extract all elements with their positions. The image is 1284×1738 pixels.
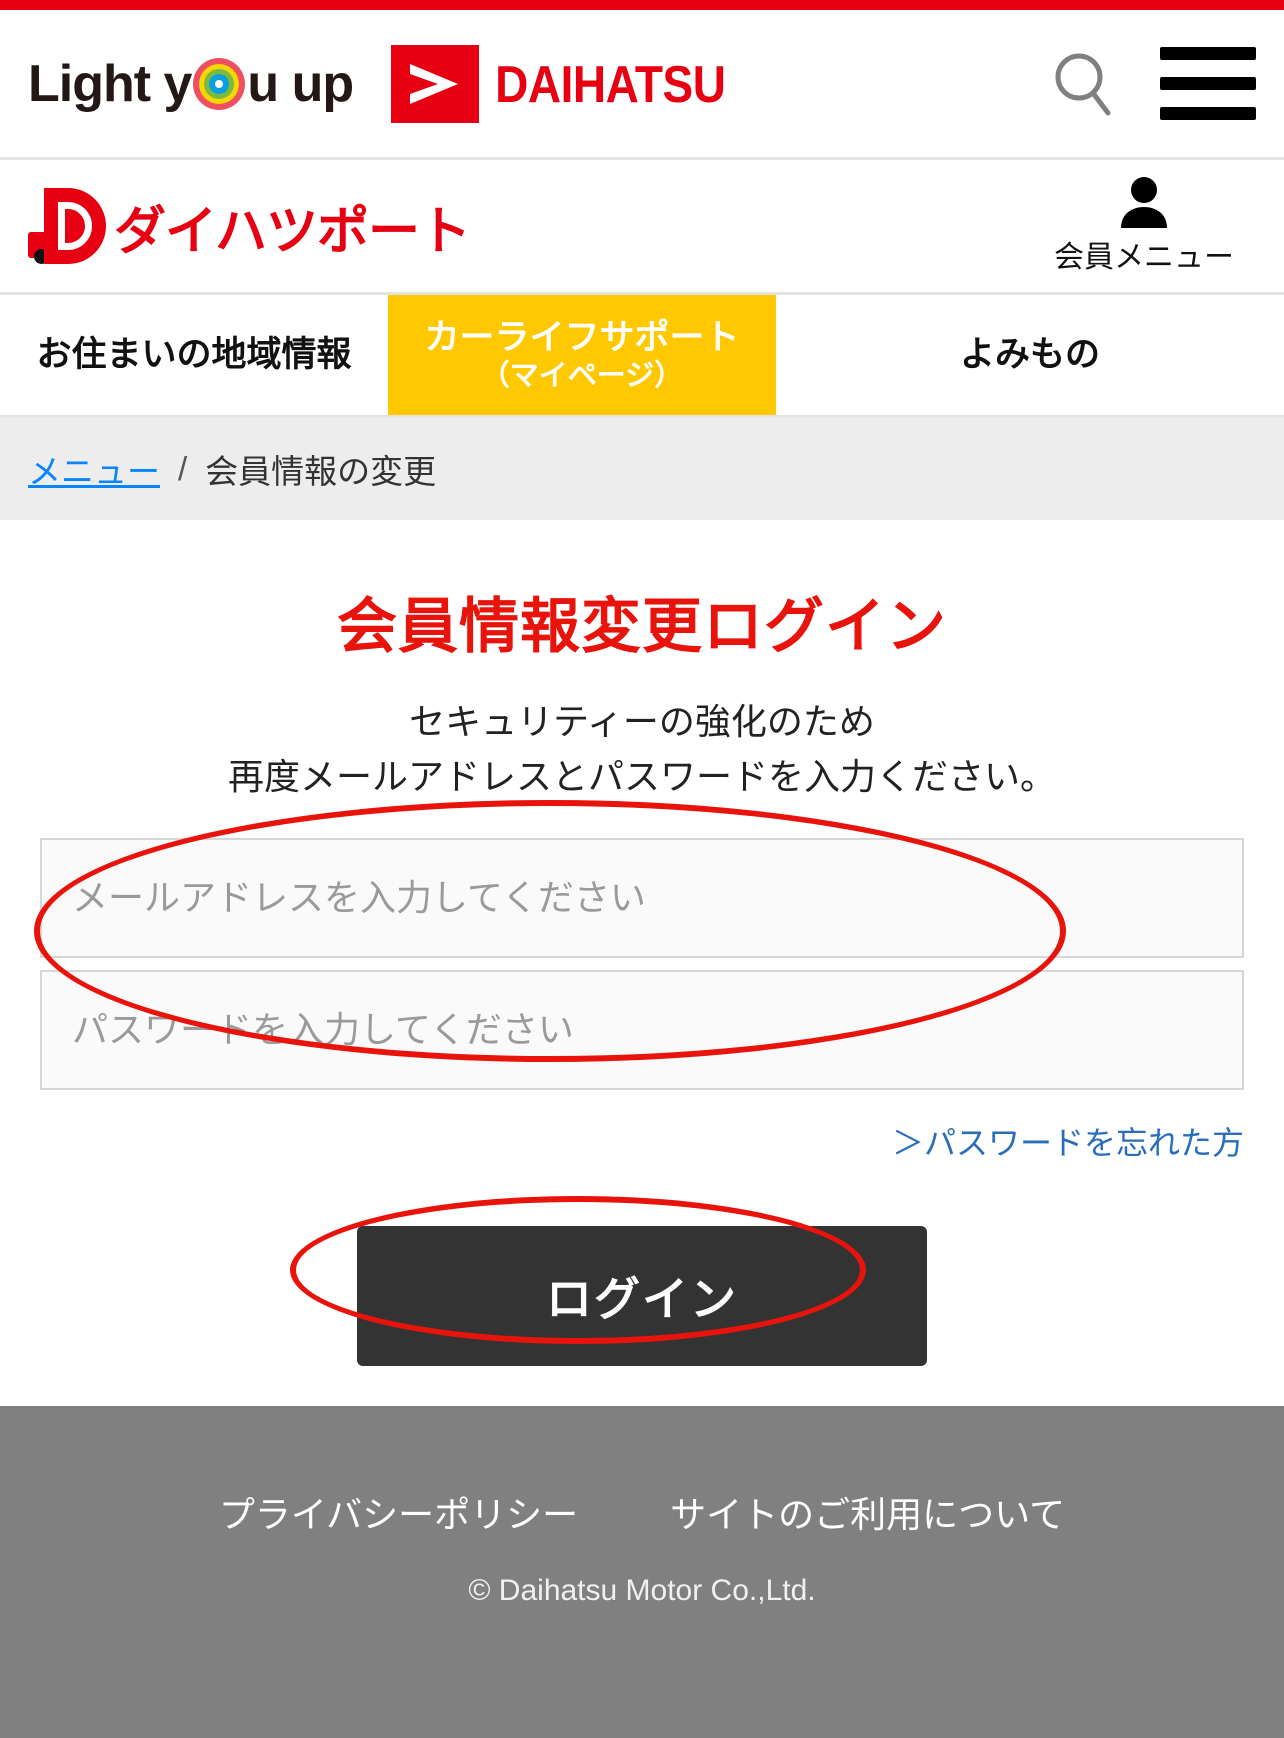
tab-yomimono[interactable]: よみもの xyxy=(776,295,1284,415)
tab-carlife-support-label: カーライフサポート xyxy=(424,318,740,358)
brand-header: Light y u up DAIHATSU xyxy=(0,10,1284,160)
light-you-up-logo[interactable]: Light y u up xyxy=(28,54,354,114)
tab-region-info-label: お住まいの地域情報 xyxy=(36,335,352,375)
breadcrumb-current: 会員情報の変更 xyxy=(205,453,437,490)
top-accent-bar xyxy=(0,0,1284,10)
concentric-circle-icon xyxy=(193,57,246,110)
hamburger-menu-icon[interactable] xyxy=(1160,47,1256,120)
daihatsu-wordmark: DAIHATSU xyxy=(495,54,726,113)
logo-text-light: Light y xyxy=(28,54,192,113)
breadcrumb-link-menu[interactable]: メニュー xyxy=(28,445,160,493)
copyright-text: © Daihatsu Motor Co.,Ltd. xyxy=(468,1574,816,1607)
lead-text: セキュリティーの強化のため 再度メールアドレスとパスワードを入力ください。 xyxy=(40,695,1244,804)
daihatsu-port-bar: ダイハツポート 会員メニュー xyxy=(0,160,1284,295)
password-input[interactable] xyxy=(40,970,1244,1091)
tab-yomimono-label: よみもの xyxy=(959,335,1100,375)
search-icon[interactable] xyxy=(1052,51,1114,117)
daihatsu-logo[interactable]: DAIHATSU xyxy=(391,44,726,123)
member-menu-label: 会員メニュー xyxy=(1054,241,1234,274)
forgot-password-row: ＞パスワードを忘れた方 xyxy=(40,1118,1244,1164)
daihatsu-d-mark-icon xyxy=(391,44,480,123)
tab-carlife-support-sublabel: （マイページ） xyxy=(480,359,684,392)
main-content: 会員情報変更ログイン セキュリティーの強化のため 再度メールアドレスとパスワード… xyxy=(0,578,1284,1367)
header-actions xyxy=(1052,47,1256,120)
footer-link-privacy-policy[interactable]: プライバシーポリシー xyxy=(219,1486,578,1538)
login-button[interactable]: ログイン xyxy=(357,1226,927,1367)
footer: プライバシーポリシー サイトのご利用について © Daihatsu Motor … xyxy=(0,1406,1284,1738)
person-icon xyxy=(1116,176,1172,230)
page-root: Light y u up DAIHATSU ダイハツポート 会員メニュー お住ま… xyxy=(0,0,1284,1738)
footer-links: プライバシーポリシー サイトのご利用について xyxy=(219,1486,1065,1538)
tab-carlife-support[interactable]: カーライフサポート （マイページ） xyxy=(388,295,776,415)
logo-text-uup: u up xyxy=(247,54,354,113)
footer-link-site-usage[interactable]: サイトのご利用について xyxy=(670,1486,1065,1538)
breadcrumb-separator: / xyxy=(178,450,188,487)
member-menu-button[interactable]: 会員メニュー xyxy=(1054,176,1256,276)
daihatsu-port-logo[interactable]: ダイハツポート xyxy=(28,188,471,264)
forgot-password-link[interactable]: ＞パスワードを忘れた方 xyxy=(892,1118,1244,1164)
page-title: 会員情報変更ログイン xyxy=(337,593,947,660)
port-logo-text: ダイハツポート xyxy=(114,202,471,261)
primary-tab-bar: お住まいの地域情報 カーライフサポート （マイページ） よみもの xyxy=(0,295,1284,418)
email-input[interactable] xyxy=(40,838,1244,959)
lead-line-1: セキュリティーの強化のため xyxy=(409,701,875,742)
port-truck-p-icon xyxy=(28,188,106,264)
login-form: ＞パスワードを忘れた方 ログイン xyxy=(40,838,1244,1367)
tab-region-info[interactable]: お住まいの地域情報 xyxy=(0,295,388,415)
breadcrumb: メニュー / 会員情報の変更 xyxy=(0,418,1284,520)
lead-line-2: 再度メールアドレスとパスワードを入力ください。 xyxy=(227,755,1056,797)
